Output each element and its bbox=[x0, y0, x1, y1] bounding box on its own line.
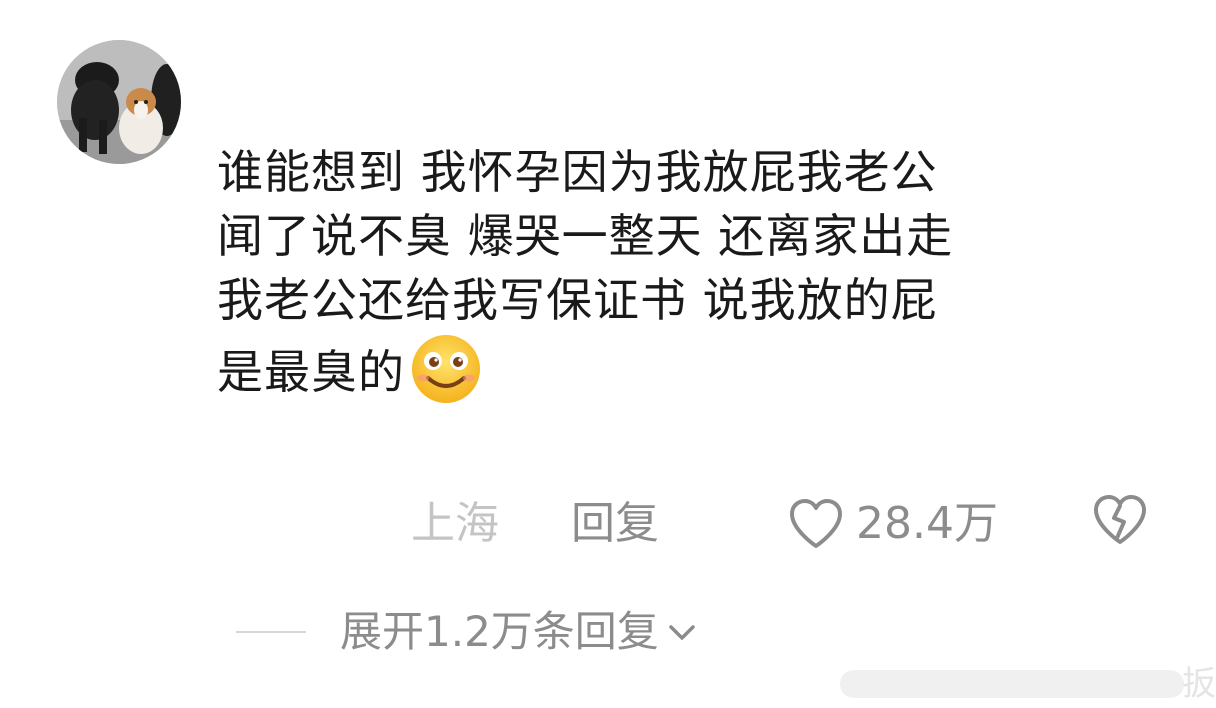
watermark: 扳 bbox=[830, 660, 1216, 708]
comment-line-last: 是最臭的 bbox=[217, 332, 1177, 406]
comment-line-text: 是最臭的 bbox=[217, 345, 405, 399]
dislike-button[interactable] bbox=[1092, 494, 1148, 550]
comment-line: 我老公还给我写保证书 说我放的屁 bbox=[217, 273, 938, 327]
heart-outline-icon bbox=[790, 499, 842, 548]
chevron-down-icon bbox=[669, 625, 695, 640]
comment-text: 谁能想到 我怀孕因为我放屁我老公 闻了说不臭 爆哭一整天 还离家出走 我老公还给… bbox=[217, 140, 1177, 406]
expand-replies-label: 展开1.2万条回复 bbox=[340, 607, 659, 656]
like-button[interactable]: 28.4万 bbox=[788, 494, 998, 554]
reply-button[interactable]: 回复 bbox=[571, 496, 659, 552]
like-count: 28.4万 bbox=[856, 498, 998, 549]
comment-location: 上海 bbox=[411, 498, 499, 549]
comment-line: 谁能想到 我怀孕因为我放屁我老公 bbox=[217, 145, 938, 199]
avatar-dogs-image bbox=[57, 40, 181, 164]
broken-heart-icon bbox=[1094, 495, 1146, 544]
smiling-face-emoji-icon bbox=[412, 335, 480, 403]
watermark-text: 扳 bbox=[1182, 664, 1216, 704]
watermark-bar bbox=[840, 670, 1184, 698]
avatar[interactable] bbox=[57, 40, 181, 164]
comment-line: 闻了说不臭 爆哭一整天 还离家出走 bbox=[217, 209, 954, 263]
expand-divider bbox=[236, 631, 306, 633]
expand-replies-button[interactable]: 展开1.2万条回复 bbox=[236, 602, 697, 662]
